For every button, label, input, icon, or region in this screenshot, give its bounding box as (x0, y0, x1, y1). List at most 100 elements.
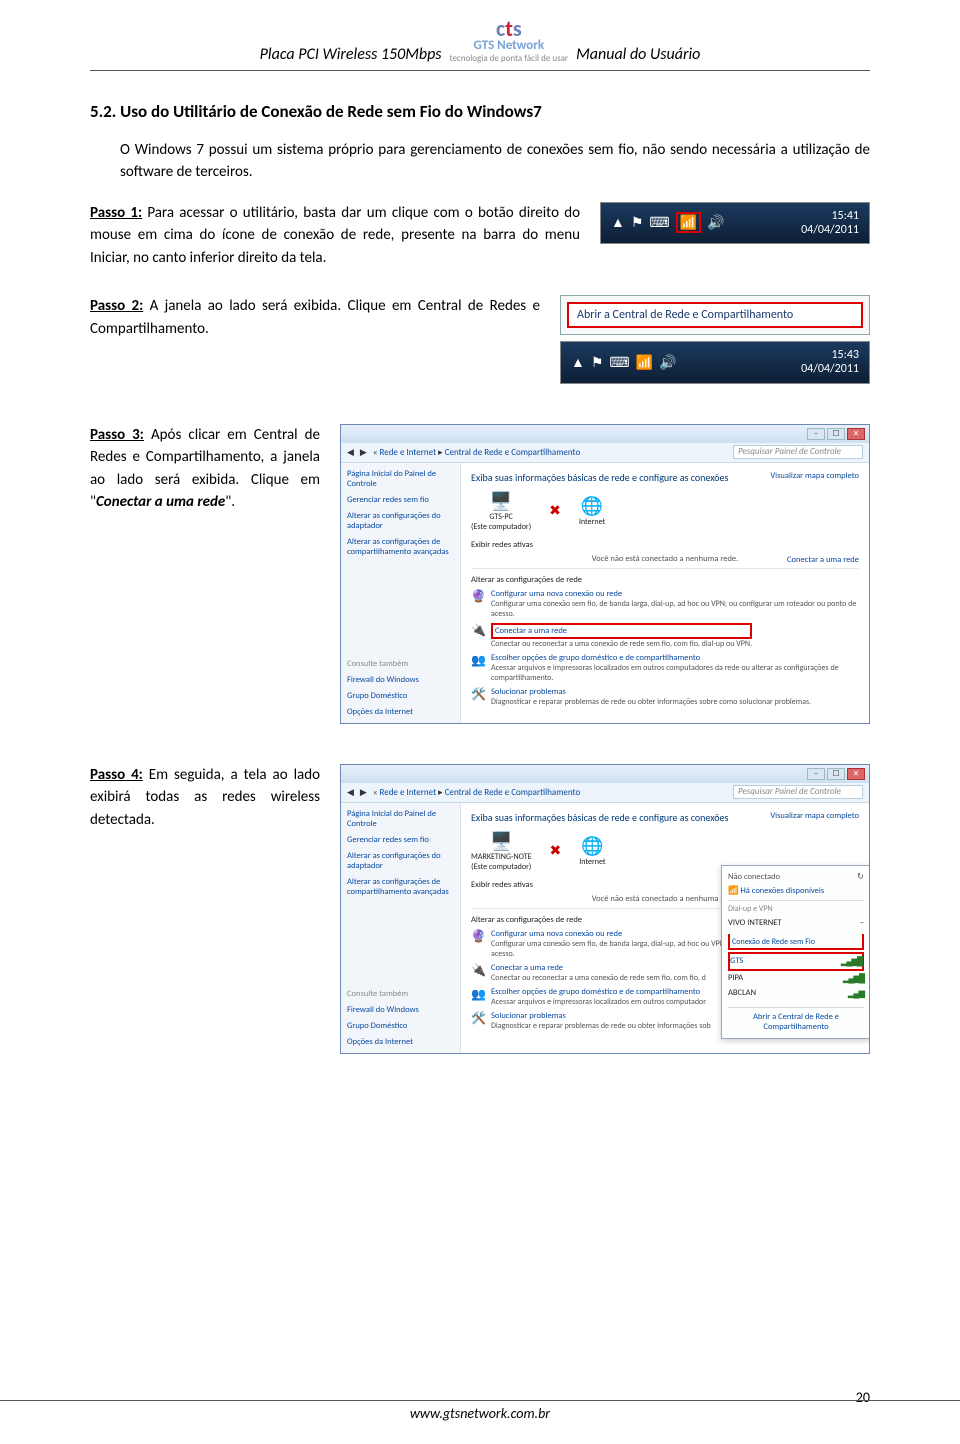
connect-icon: 🔌 (471, 963, 485, 978)
wifi-vpn-item[interactable]: VIVO INTERNET– (728, 916, 864, 930)
connect-network-link[interactable]: Conectar a uma rede (787, 555, 859, 565)
titlebar: – ☐ ✕ (341, 425, 869, 443)
maximize-button[interactable]: ☐ (827, 768, 845, 780)
forward-button[interactable]: ▶ (360, 447, 367, 458)
internet-label: Internet (579, 517, 605, 527)
step2-label: Passo 2: (90, 297, 143, 315)
troubleshoot-icon: 🛠️ (471, 1011, 485, 1026)
connect-icon: 🔌 (471, 623, 485, 638)
page-header: Placa PCI Wireless 150Mbps cts GTS Netwo… (90, 20, 870, 71)
step3-text: Passo 3: Após clicar em Central de Redes… (90, 424, 320, 514)
step3-row: Passo 3: Após clicar em Central de Redes… (90, 424, 870, 724)
sidebar-manage-wifi[interactable]: Gerenciar redes sem fio (347, 495, 454, 505)
sidebar-firewall[interactable]: Firewall do Windows (347, 1005, 454, 1015)
clock-time: 15:43 (801, 348, 859, 362)
view-map-link[interactable]: Visualizar mapa completo (770, 471, 859, 481)
brand-logo: cts GTS Network tecnologia de ponta fáci… (450, 20, 569, 64)
sidebar-manage-wifi[interactable]: Gerenciar redes sem fio (347, 835, 454, 845)
step2-body: A janela ao lado será exibida. Clique em… (90, 297, 540, 338)
tray-clock[interactable]: 15:41 04/04/2011 (801, 209, 859, 238)
sidebar-sharing-settings[interactable]: Alterar as configurações de compartilham… (347, 537, 454, 557)
wifi-net-gts[interactable]: GTS▂▄▆█ (728, 952, 864, 971)
sidebar-adapter-settings[interactable]: Alterar as configurações do adaptador (347, 511, 454, 531)
pc-name: GTS-PC (489, 512, 512, 522)
ctx-open-network-center[interactable]: Abrir a Central de Rede e Compartilhamen… (567, 302, 863, 328)
sidebar-see-also: Consulte também (347, 989, 454, 999)
flag-icon[interactable]: ⚑ (591, 354, 604, 371)
wifi-section-dialup: Dial-up e VPN (728, 900, 864, 914)
network-center-window-2: – ☐ ✕ ◀ ▶ « Rede e Internet ▸ Central de… (340, 764, 870, 1054)
tray-clock[interactable]: 15:43 04/04/2011 (801, 348, 859, 377)
wifi-popup: Não conectado↻ 📶 Há conexões disponíveis… (721, 865, 869, 1039)
opt-new-connection[interactable]: 🔮Configurar uma nova conexão ou redeConf… (471, 589, 859, 619)
opt-connect-network[interactable]: 🔌Conectar a uma redeConectar ou reconect… (471, 623, 859, 649)
step4-text: Passo 4: Em seguida, a tela ao lado exib… (90, 764, 320, 832)
opt-homegroup[interactable]: 👥Escolher opções de grupo doméstico e de… (471, 653, 859, 683)
pc-name: MARKETING-NOTE (471, 852, 532, 862)
lang-icon[interactable]: ⌨ (649, 214, 669, 231)
breadcrumb[interactable]: « Rede e Internet ▸ Central de Rede e Co… (373, 787, 580, 798)
refresh-icon[interactable]: ↻ (857, 872, 864, 882)
sidebar-sharing-settings[interactable]: Alterar as configurações de compartilham… (347, 877, 454, 897)
sidebar-internet-options[interactable]: Opções da Internet (347, 1037, 454, 1047)
network-tray-icon[interactable]: 📶 (676, 212, 701, 233)
lang-icon[interactable]: ⌨ (609, 354, 629, 371)
close-button[interactable]: ✕ (847, 768, 865, 780)
address-bar: ◀ ▶ « Rede e Internet ▸ Central de Rede … (341, 443, 869, 463)
step3-em: Conectar a uma rede (96, 493, 225, 511)
sidebar-home[interactable]: Página Inicial do Painel de Controle (347, 469, 454, 489)
step4-row: Passo 4: Em seguida, a tela ao lado exib… (90, 764, 870, 1054)
step1-body: Para acessar o utilitário, basta dar um … (90, 204, 580, 267)
wifi-net-pipa[interactable]: PIPA▂▄▆█ (728, 971, 864, 986)
taskbar-screenshot-1: ▲ ⚑ ⌨ 📶 🔊 15:41 04/04/2011 (600, 202, 870, 245)
page: Placa PCI Wireless 150Mbps cts GTS Netwo… (0, 0, 960, 1444)
tray-up-icon[interactable]: ▲ (571, 354, 585, 371)
wifi-open-center[interactable]: Abrir a Central de Rede e Compartilhamen… (728, 1007, 864, 1032)
clock-time: 15:41 (801, 209, 859, 223)
volume-icon[interactable]: 🔊 (659, 354, 676, 371)
logo-icon: cts (496, 20, 522, 38)
step1-text: Passo 1: Para acessar o utilitário, bast… (90, 202, 580, 270)
back-button[interactable]: ◀ (347, 787, 354, 798)
close-button[interactable]: ✕ (847, 428, 865, 440)
wizard-icon: 🔮 (471, 929, 485, 944)
sidebar-see-also: Consulte também (347, 659, 454, 669)
wizard-icon: 🔮 (471, 589, 485, 604)
back-button[interactable]: ◀ (347, 447, 354, 458)
signal-icon: ▂▄▆█ (843, 973, 864, 984)
wifi-net-abclan[interactable]: ABCLAN▂▄▆ (728, 986, 864, 1001)
sidebar-adapter-settings[interactable]: Alterar as configurações do adaptador (347, 851, 454, 871)
logo-brand: GTS Network (473, 38, 544, 53)
wifi-avail: 📶 Há conexões disponíveis (728, 886, 864, 896)
main-pane: Exiba suas informações básicas de rede e… (461, 463, 869, 723)
sidebar-homegroup[interactable]: Grupo Doméstico (347, 691, 454, 701)
homegroup-icon: 👥 (471, 653, 485, 668)
search-input[interactable]: Pesquisar Painel de Controle (733, 445, 863, 459)
sidebar-homegroup[interactable]: Grupo Doméstico (347, 1021, 454, 1031)
view-map-link[interactable]: Visualizar mapa completo (770, 811, 859, 821)
volume-icon[interactable]: 🔊 (707, 214, 724, 231)
opt-troubleshoot[interactable]: 🛠️Solucionar problemasDiagnosticar e rep… (471, 687, 859, 707)
globe-icon: 🌐 (581, 835, 603, 857)
forward-button[interactable]: ▶ (360, 787, 367, 798)
sidebar-internet-options[interactable]: Opções da Internet (347, 707, 454, 717)
network-tray-icon[interactable]: 📶 (636, 354, 653, 371)
context-menu: Abrir a Central de Rede e Compartilhamen… (560, 295, 870, 335)
maximize-button[interactable]: ☐ (827, 428, 845, 440)
step4-label: Passo 4: (90, 766, 143, 784)
tray-up-icon[interactable]: ▲ (611, 214, 625, 231)
pc-icon: 🖥️ (490, 830, 512, 852)
header-left: Placa PCI Wireless 150Mbps (260, 45, 442, 64)
taskbar-screenshot-2: ▲ ⚑ ⌨ 📶 🔊 15:43 04/04/2011 (560, 341, 870, 384)
minimize-button[interactable]: – (807, 768, 825, 780)
disconnect-icon: ✖ (549, 502, 561, 519)
sidebar-home[interactable]: Página Inicial do Painel de Controle (347, 809, 454, 829)
sidebar-firewall[interactable]: Firewall do Windows (347, 675, 454, 685)
breadcrumb[interactable]: « Rede e Internet ▸ Central de Rede e Co… (373, 447, 580, 458)
flag-icon[interactable]: ⚑ (631, 214, 644, 231)
search-input[interactable]: Pesquisar Painel de Controle (733, 785, 863, 799)
step1-row: Passo 1: Para acessar o utilitário, bast… (90, 202, 870, 270)
globe-icon: 🌐 (581, 495, 603, 517)
minimize-button[interactable]: – (807, 428, 825, 440)
internet-label: Internet (579, 857, 605, 867)
